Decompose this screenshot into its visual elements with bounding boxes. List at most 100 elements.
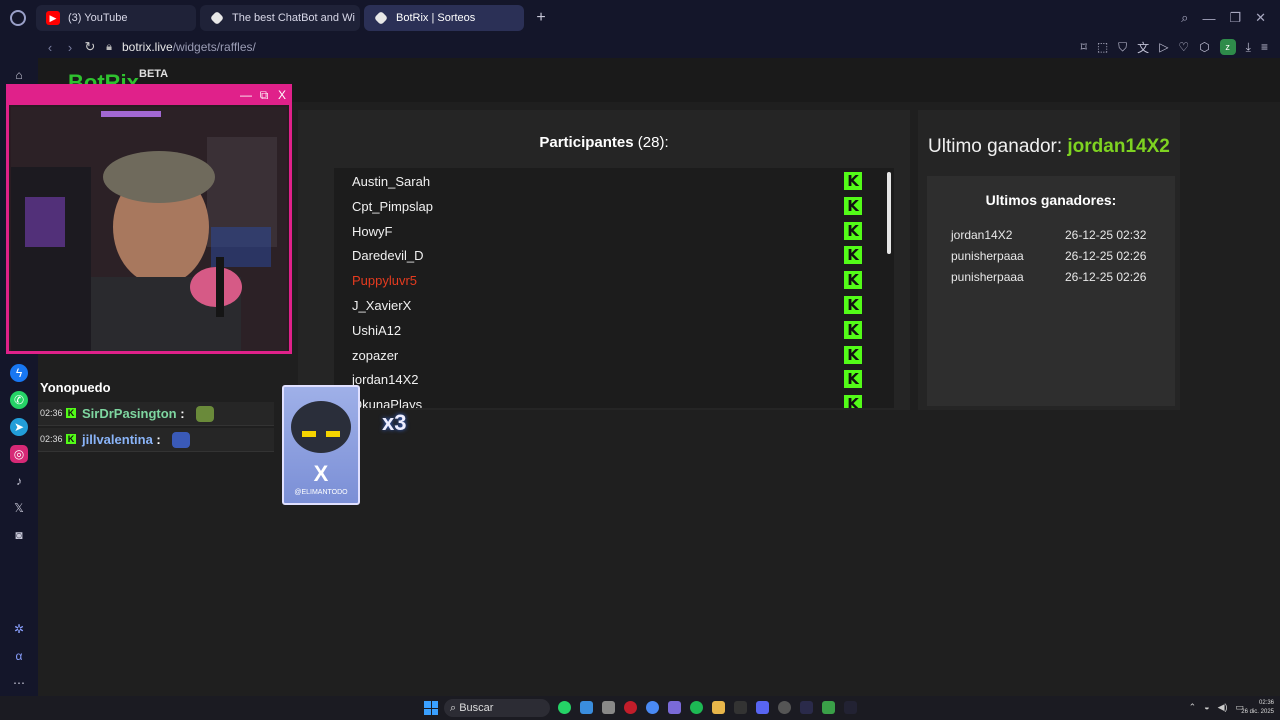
obs-app-icon[interactable] bbox=[778, 701, 791, 714]
tiktok-icon[interactable]: ♪ bbox=[10, 472, 28, 490]
chat-emote-icon bbox=[196, 406, 214, 422]
close-icon[interactable]: ✕ bbox=[1255, 10, 1266, 26]
kick-icon: K bbox=[844, 271, 862, 290]
spotify-app-icon[interactable] bbox=[690, 701, 703, 714]
telegram-icon[interactable]: ➤ bbox=[10, 418, 28, 436]
beta-badge: BETA bbox=[139, 68, 169, 80]
taskbar-search[interactable]: ⌕ Buscar bbox=[444, 699, 550, 717]
download-icon[interactable]: ⤓ bbox=[1246, 40, 1251, 55]
last-winner-name: jordan14X2 bbox=[1067, 136, 1170, 157]
participant-name: Austin_Sarah bbox=[352, 174, 431, 189]
app-icon-2[interactable] bbox=[800, 701, 813, 714]
volume-icon[interactable]: ◀) bbox=[1218, 702, 1228, 713]
chat-message: 02:36 K SirDrPasington : bbox=[38, 402, 274, 426]
lock-icon[interactable]: 🔒︎ bbox=[100, 41, 118, 54]
participant-name: HowyF bbox=[352, 223, 393, 239]
participant-row: HowyF K bbox=[334, 220, 894, 244]
shield-icon[interactable]: ⛉ bbox=[1118, 40, 1127, 55]
heart-icon[interactable]: ♡ bbox=[1178, 40, 1189, 54]
capcut-app-icon[interactable] bbox=[734, 701, 747, 714]
participant-row: Cpt_Pimpslap K bbox=[334, 195, 894, 219]
more-icon[interactable]: ⋯ bbox=[10, 674, 28, 692]
back-icon[interactable]: ‹ bbox=[40, 40, 60, 55]
forward-icon[interactable]: › bbox=[60, 40, 80, 55]
windows-start-icon[interactable] bbox=[424, 701, 438, 715]
x-icon[interactable]: 𝕏 bbox=[10, 499, 28, 517]
recent-winners-title: Ultimos ganadores: bbox=[985, 192, 1117, 208]
tab-botrix-sorteos[interactable]: BotRix | Sorteos bbox=[364, 5, 524, 31]
extensions-icon[interactable]: ⬡ bbox=[1199, 40, 1209, 54]
new-tab-button[interactable]: + bbox=[528, 5, 554, 31]
url-field[interactable]: botrix.live/widgets/raffles/ bbox=[122, 40, 256, 54]
x-logo-icon: X bbox=[313, 461, 329, 486]
url-path: /widgets/raffles/ bbox=[172, 40, 256, 54]
participant-name: J_XavierX bbox=[352, 298, 412, 313]
maximize-icon[interactable]: ❐ bbox=[1229, 10, 1241, 26]
chat-username-text: SirDrPasington bbox=[82, 406, 177, 421]
taskbar-search-label: Buscar bbox=[459, 702, 494, 714]
calendar-app-icon[interactable] bbox=[580, 701, 593, 714]
participant-name: Cpt_Pimpslap bbox=[352, 198, 433, 214]
kick-icon: K bbox=[66, 408, 76, 418]
whatsapp-app-icon[interactable] bbox=[558, 701, 571, 714]
search-icon[interactable]: ⌕ bbox=[1181, 10, 1188, 26]
winner-row: jordan14X2 26-12-25 02:32 bbox=[951, 228, 1171, 242]
webcam-restore-button[interactable]: ⧉ bbox=[257, 88, 271, 102]
whatsapp-icon[interactable]: ✆ bbox=[10, 391, 28, 409]
reload-icon[interactable]: ↻ bbox=[80, 39, 100, 55]
app-icon[interactable] bbox=[668, 701, 681, 714]
minecraft-app-icon[interactable] bbox=[822, 701, 835, 714]
bookmark-icon[interactable]: ⌑ bbox=[1081, 40, 1087, 54]
opera-app-icon[interactable] bbox=[624, 701, 637, 714]
tab-botrix-chatbot[interactable]: The best ChatBot and Wi bbox=[200, 5, 360, 31]
app-icon-3[interactable] bbox=[844, 701, 857, 714]
snapshot-icon[interactable]: ⬚ bbox=[1097, 40, 1108, 54]
webcam-overlay: — ⧉ X bbox=[6, 84, 292, 354]
chat-username: SirDrPasington : bbox=[82, 406, 185, 421]
participant-row: zopazer K bbox=[334, 344, 894, 368]
tab-label: The best ChatBot and Wi bbox=[232, 12, 355, 24]
explorer-app-icon[interactable] bbox=[712, 701, 725, 714]
winner-date: 26-12-25 02:26 bbox=[1065, 270, 1147, 284]
chat-separator: : bbox=[152, 432, 161, 447]
address-tools: ⌑ ⬚ ⛉ 文 ▷ ♡ ⬡ z ⤓ ≡ bbox=[1081, 39, 1280, 56]
ai-icon[interactable]: α bbox=[10, 647, 28, 665]
chat-separator: : bbox=[176, 406, 185, 421]
profile-avatar[interactable]: z bbox=[1219, 39, 1236, 55]
opera-menu-icon[interactable] bbox=[0, 0, 36, 36]
participant-name: OkunaPlays bbox=[352, 397, 423, 408]
participant-name: Puppyluvr5 bbox=[352, 273, 418, 289]
kick-icon: K bbox=[844, 221, 862, 240]
participant-row: Daredevil_D K bbox=[334, 244, 894, 268]
translate-icon[interactable]: 文 bbox=[1137, 39, 1149, 56]
chevron-up-icon[interactable]: ⌃ bbox=[1189, 702, 1197, 713]
tab-youtube[interactable]: ▶ (3) YouTube bbox=[36, 5, 196, 31]
instagram-icon[interactable]: ◎ bbox=[10, 445, 28, 463]
webcam-minimize-button[interactable]: — bbox=[239, 88, 253, 102]
kick-icon: K bbox=[844, 296, 862, 314]
aria-icon[interactable]: ✲ bbox=[10, 620, 28, 638]
participant-name: zopazer bbox=[352, 347, 399, 363]
menu-icon[interactable]: ≡ bbox=[1261, 40, 1268, 54]
home-icon[interactable]: ⌂ bbox=[10, 66, 28, 84]
taskview-app-icon[interactable] bbox=[602, 701, 615, 714]
participants-title: Participantes (28): bbox=[298, 134, 910, 151]
chrome-app-icon[interactable] bbox=[646, 701, 659, 714]
browser-tab-strip: ▶ (3) YouTube The best ChatBot and Wi Bo… bbox=[0, 0, 1280, 36]
winner-row: punisherpaaa 26-12-25 02:26 bbox=[951, 270, 1171, 284]
messenger-icon[interactable]: ϟ bbox=[10, 364, 28, 382]
minimize-icon[interactable]: — bbox=[1202, 11, 1215, 26]
taskbar-clock[interactable]: 02:36 26 dic. 2025 bbox=[1241, 699, 1274, 717]
multiplier-label: x3 bbox=[382, 410, 407, 435]
discord-app-icon[interactable] bbox=[756, 701, 769, 714]
recent-winners-box: Ultimos ganadores: jordan14X2 26-12-25 02… bbox=[927, 176, 1175, 406]
webcam-close-button[interactable]: X bbox=[275, 88, 289, 102]
participants-panel: Participantes (28): Austin_Sarah K Cpt_Pim… bbox=[298, 110, 910, 410]
network-icon[interactable]: ◒ bbox=[1204, 702, 1209, 713]
participants-count: (28): bbox=[637, 134, 669, 151]
participants-list[interactable]: Austin_Sarah K Cpt_Pimpslap K HowyF K Daredevi… bbox=[334, 168, 894, 408]
play-icon[interactable]: ▷ bbox=[1159, 40, 1168, 54]
participant-row: J_XavierX K bbox=[334, 294, 894, 318]
stream-chat-overlay: Yonopuedo 02:36 K SirDrPasington :02:36 Kji… bbox=[38, 354, 274, 454]
discord-icon[interactable]: ◙ bbox=[10, 526, 28, 544]
